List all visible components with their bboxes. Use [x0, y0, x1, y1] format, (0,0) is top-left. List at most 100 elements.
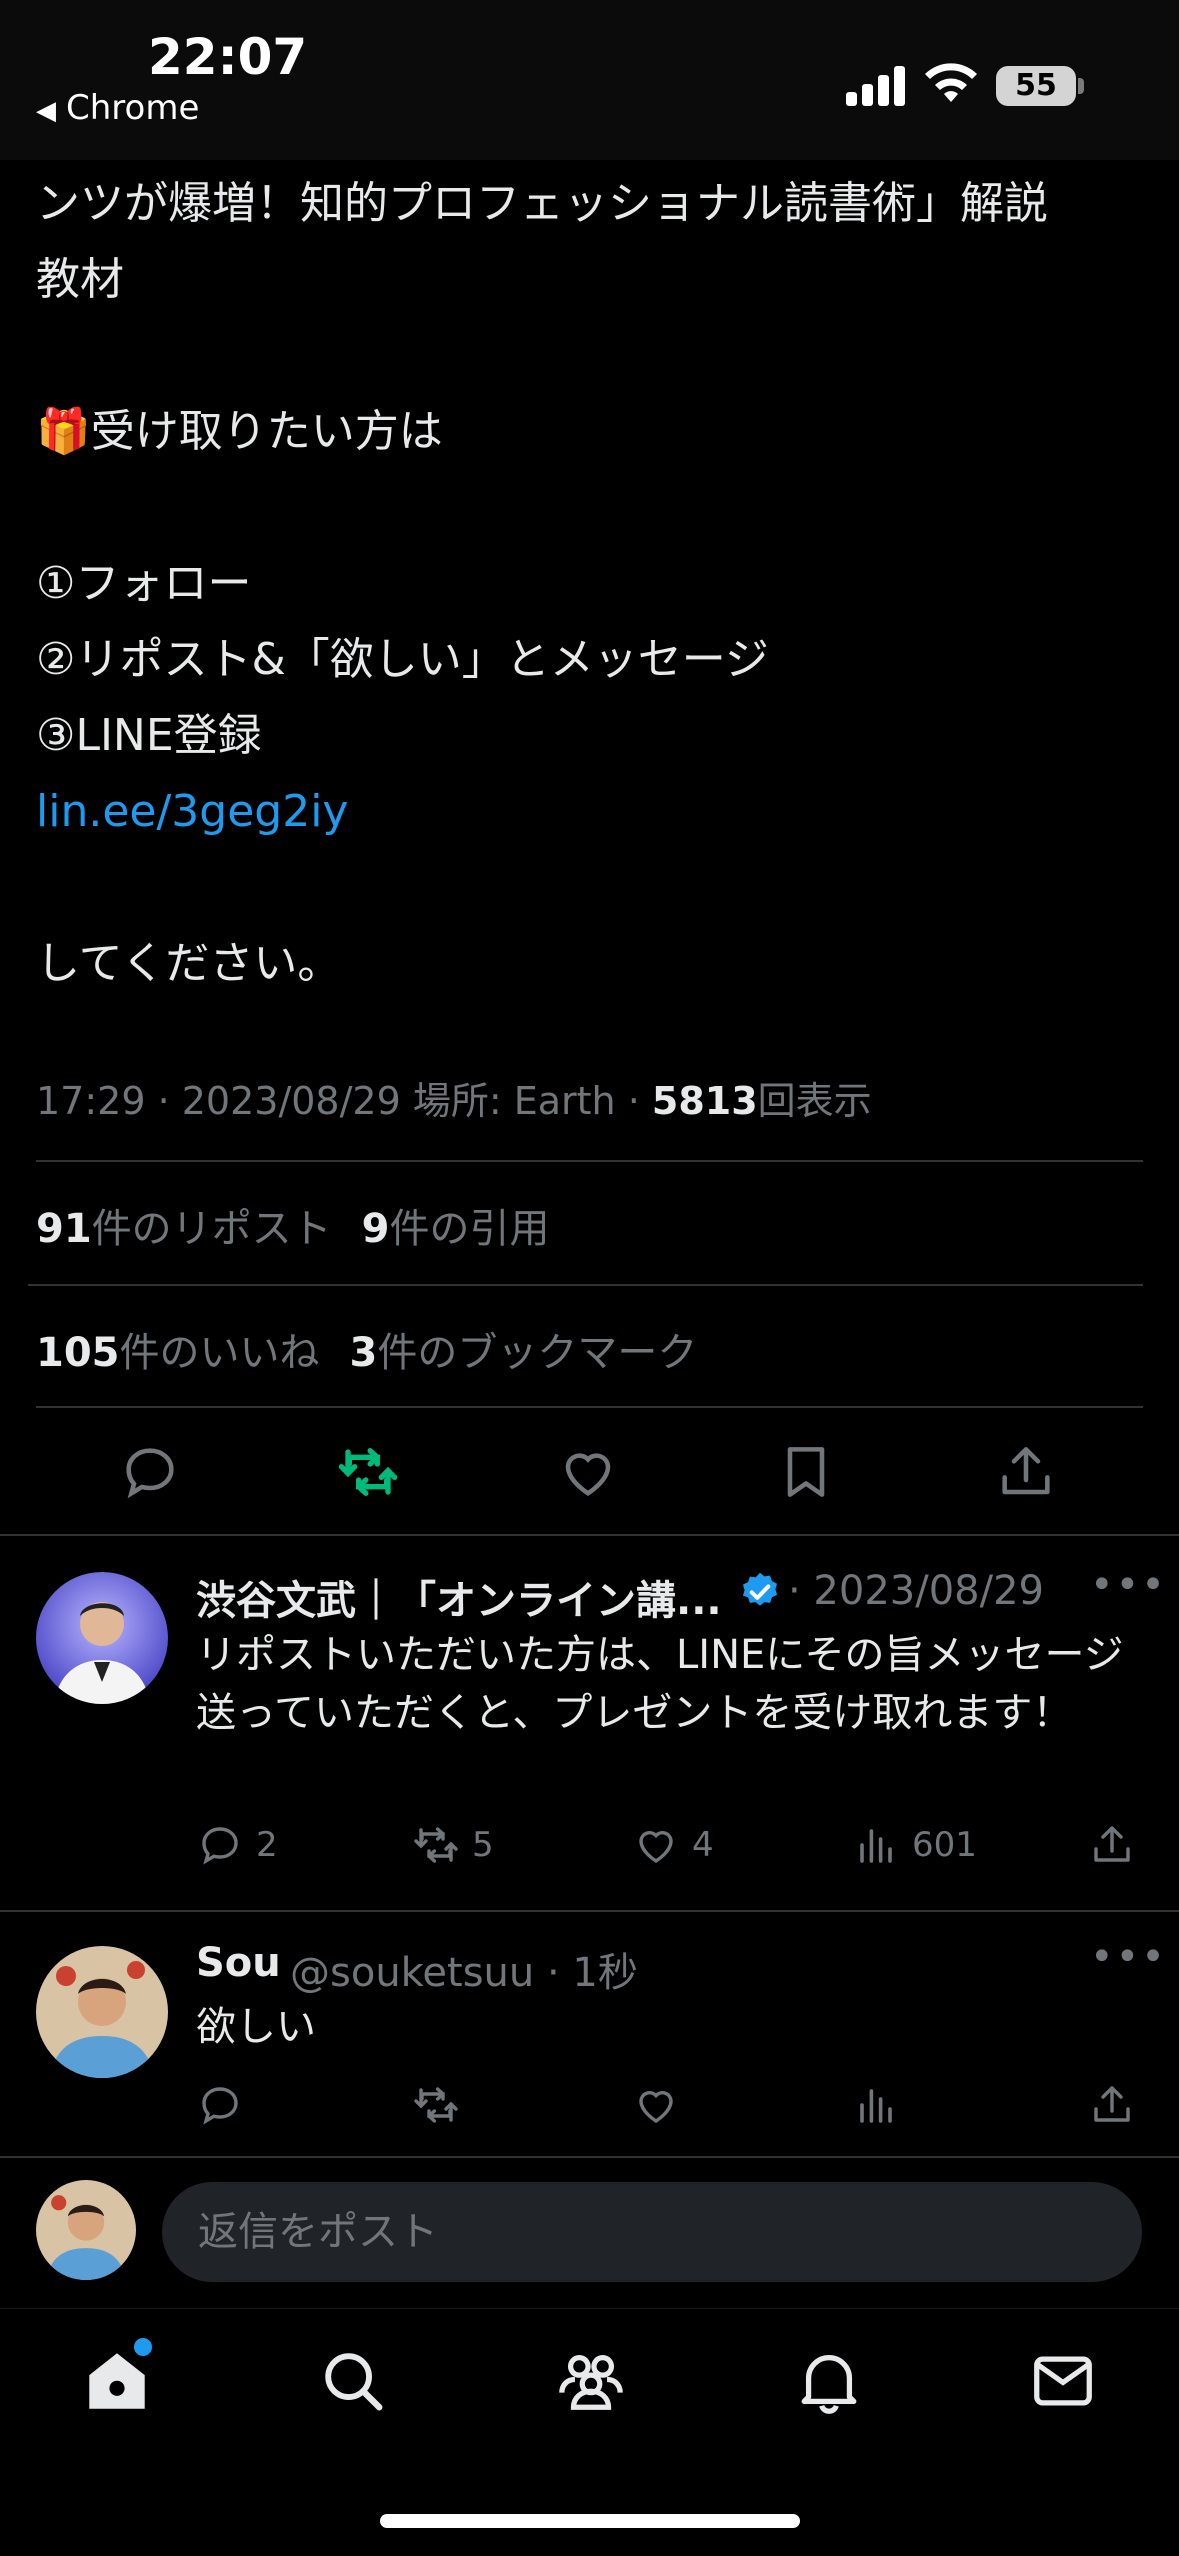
tab-search[interactable] [318, 2346, 388, 2420]
tab-communities[interactable] [556, 2346, 626, 2420]
views-label: 回表示 [757, 1079, 872, 1123]
reply-button[interactable] [118, 1440, 182, 1504]
repost-count: 5 [472, 1825, 494, 1865]
reposts-count: 91 [36, 1206, 92, 1252]
reply-share-button[interactable] [1088, 1820, 1148, 1870]
reply-handle-time: @souketsuu · 1秒 [290, 1950, 638, 1996]
repost-quote-stats: 91件のリポスト 9件の引用 [36, 1196, 550, 1254]
tweet-line: ③LINE登録 [36, 710, 262, 761]
gift-emoji-icon: 🎁 [36, 406, 91, 457]
reply-like-button[interactable] [632, 2080, 692, 2130]
home-icon [89, 2353, 145, 2409]
share-icon [1094, 1826, 1130, 1862]
back-triangle-icon: ◀ [36, 96, 56, 126]
share-icon [1002, 1447, 1050, 1495]
divider [0, 2308, 1179, 2309]
reposts-stat[interactable]: 91件のリポスト [36, 1206, 332, 1252]
tweet-closing: してください。 [36, 938, 342, 989]
messages-icon [1034, 2356, 1092, 2406]
like-icon [565, 1453, 611, 1496]
share-button[interactable] [994, 1440, 1058, 1504]
reply-share-button[interactable] [1088, 2080, 1148, 2130]
divider [36, 1160, 1143, 1162]
status-time: 22:07 [148, 28, 308, 86]
like-count: 4 [692, 1825, 714, 1865]
reply-date: · 2023/08/29 [788, 1568, 1044, 1614]
divider [0, 1910, 1179, 1912]
notifications-icon [801, 2355, 857, 2414]
reply-like-button[interactable]: 4 [632, 1820, 714, 1870]
avatar-image [36, 1946, 168, 2078]
tweet-meta: 17:29 · 2023/08/29 場所: Earth · 5813回表示 [36, 1070, 872, 1125]
like-icon [639, 1831, 673, 1863]
quotes-label: 件の引用 [389, 1206, 550, 1252]
tweet-line: 教材 [36, 254, 124, 305]
bookmark-button[interactable] [774, 1440, 838, 1504]
tweet-link[interactable]: lin.ee/3geg2iy [36, 774, 1146, 850]
likes-count: 105 [36, 1330, 120, 1376]
like-bookmark-stats: 105件のいいね 3件のブックマーク [36, 1320, 697, 1378]
reply-views-button[interactable] [852, 2080, 912, 2130]
back-to-app-button[interactable]: ◀ Chrome [36, 88, 199, 128]
divider [28, 1284, 1143, 1286]
repost-icon [338, 1448, 398, 1496]
repost-icon [414, 2087, 458, 2123]
views-count: 601 [912, 1825, 977, 1865]
views-icon [860, 2089, 892, 2123]
like-button[interactable] [556, 1440, 620, 1504]
tweet-line: ②リポスト&「欲しい」とメッセージ [36, 634, 769, 685]
tab-messages[interactable] [1028, 2346, 1098, 2420]
divider [0, 2156, 1179, 2158]
reply-repost-button[interactable]: 5 [412, 1820, 494, 1870]
cellular-signal-icon [846, 60, 906, 106]
reply-reply-button[interactable] [196, 2080, 256, 2130]
share-icon [1094, 2086, 1130, 2122]
avatar[interactable] [36, 1572, 168, 1704]
divider [36, 1406, 1143, 1408]
views-count: 5813 [651, 1079, 758, 1123]
tweet-line: ンツが爆増！知的プロフェッショナル読書術」解説 [36, 178, 1048, 229]
bookmark-icon [787, 1447, 825, 1497]
communities-icon [559, 2355, 623, 2410]
more-options-icon[interactable]: ••• [1090, 1562, 1167, 1608]
reply-author-name[interactable]: Sou [196, 1940, 281, 1986]
reply-icon [202, 1827, 238, 1865]
tab-notifications[interactable] [794, 2346, 864, 2420]
tweet-line: 🎁受け取りたい方は [36, 394, 1146, 470]
back-app-label: Chrome [66, 88, 200, 128]
reply-text: リポストいただいた方は、LINEにその旨メッセージ送っていただくと、プレゼントを… [196, 1632, 1124, 1736]
reply-reply-button[interactable]: 2 [196, 1820, 278, 1870]
tweet-line-text: 受け取りたい方は [90, 406, 443, 457]
bookmarks-label: 件のブックマーク [377, 1330, 698, 1376]
more-options-icon[interactable]: ••• [1090, 1934, 1167, 1980]
likes-stat[interactable]: 105件のいいね [36, 1330, 320, 1376]
avatar-image [36, 1572, 168, 1704]
reply-repost-button[interactable] [412, 2080, 472, 2130]
avatar-image [36, 2180, 136, 2280]
home-indicator[interactable] [380, 2514, 800, 2528]
reply-input[interactable]: 返信をポスト [162, 2182, 1142, 2282]
battery-indicator: 55 [996, 66, 1076, 106]
search-icon [325, 2353, 383, 2411]
like-icon [639, 2091, 673, 2123]
quotes-stat[interactable]: 9件の引用 [362, 1206, 550, 1252]
avatar[interactable] [36, 1946, 168, 2078]
reply-count: 2 [256, 1825, 278, 1865]
verified-icon [738, 1570, 782, 1614]
reply-icon [126, 1448, 174, 1499]
bookmarks-stat[interactable]: 3件のブックマーク [350, 1330, 698, 1376]
reply-views-button[interactable]: 601 [852, 1820, 977, 1870]
views-icon [860, 1829, 892, 1863]
reply-text: 欲しい [196, 2004, 316, 2050]
divider [0, 1534, 1179, 1536]
tweet-line: ①フォロー [36, 558, 252, 609]
tab-home[interactable] [82, 2346, 152, 2420]
battery-nub [1078, 78, 1084, 94]
repost-button[interactable] [336, 1440, 400, 1504]
reply-author-name[interactable]: 渋谷文武｜「オンライン講... [196, 1568, 722, 1626]
reply-icon [202, 2087, 238, 2125]
quotes-count: 9 [361, 1206, 390, 1252]
